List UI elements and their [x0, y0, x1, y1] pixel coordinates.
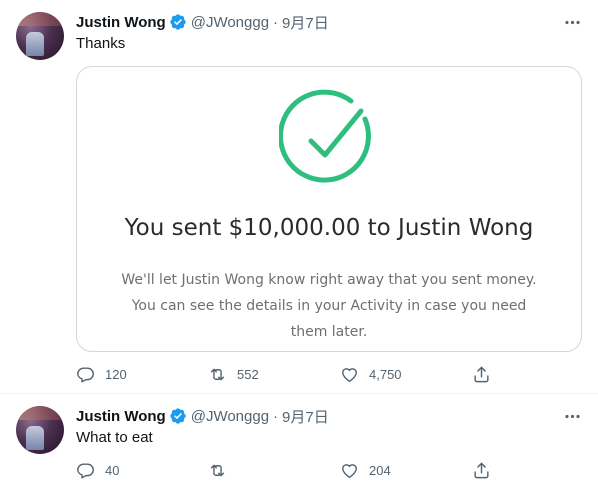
share-icon — [474, 462, 489, 478]
separator-dot: · — [273, 407, 279, 425]
reply-icon — [77, 462, 94, 478]
retweet-icon — [210, 464, 225, 476]
retweet-icon — [210, 368, 225, 380]
heart-icon — [342, 367, 357, 382]
more-options-icon[interactable] — [562, 12, 582, 32]
author-name[interactable]: Justin Wong — [76, 408, 166, 425]
card-body: We'll let Justin Wong know right away th… — [121, 272, 537, 340]
author-handle[interactable]: @JWonggg — [191, 14, 269, 31]
share-button[interactable] — [472, 365, 491, 384]
tweet-date[interactable]: 9月7日 — [282, 12, 329, 33]
like-button[interactable]: 204 — [340, 461, 472, 480]
reply-icon — [77, 366, 94, 382]
like-count: 204 — [369, 462, 391, 478]
reply-button[interactable]: 120 — [76, 365, 208, 384]
author-handle[interactable]: @JWonggg — [191, 408, 269, 425]
tweet-text: Thanks — [76, 35, 126, 52]
avatar[interactable] — [16, 12, 64, 60]
tweet-text: What to eat — [76, 429, 153, 446]
reply-count: 40 — [105, 462, 120, 478]
separator-dot: · — [273, 13, 279, 31]
like-button[interactable]: 4,750 — [340, 365, 472, 384]
share-icon — [474, 366, 489, 382]
verified-badge-icon — [169, 13, 187, 31]
tweet-actions: 40 204 — [76, 460, 516, 480]
verified-badge-icon — [169, 407, 187, 425]
reply-button[interactable]: 40 — [76, 461, 208, 480]
card-title: You sent $10,000.00 to Justin Wong — [124, 215, 534, 241]
retweet-button[interactable] — [208, 461, 340, 480]
tweet-actions: 120 552 4,750 — [76, 364, 516, 384]
retweet-button[interactable]: 552 — [208, 365, 340, 384]
tweet-header: Justin Wong @JWonggg · 9月7日 — [76, 12, 329, 32]
reply-count: 120 — [105, 366, 127, 382]
tweet-header: Justin Wong @JWonggg · 9月7日 — [76, 406, 329, 426]
retweet-count: 552 — [237, 366, 259, 382]
payment-image[interactable]: You sent $10,000.00 to Justin Wong We'll… — [76, 66, 582, 352]
like-count: 4,750 — [369, 366, 402, 382]
tweet-date[interactable]: 9月7日 — [282, 406, 329, 427]
tweet[interactable]: Justin Wong @JWonggg · 9月7日 What to eat … — [0, 394, 598, 494]
author-name[interactable]: Justin Wong — [76, 14, 166, 31]
tweet[interactable]: Justin Wong @JWonggg · 9月7日 Thanks You s… — [0, 0, 598, 394]
avatar[interactable] — [16, 406, 64, 454]
check-circle-icon — [277, 89, 379, 194]
heart-icon — [342, 463, 357, 478]
share-button[interactable] — [472, 461, 491, 480]
more-options-icon[interactable] — [562, 406, 582, 426]
